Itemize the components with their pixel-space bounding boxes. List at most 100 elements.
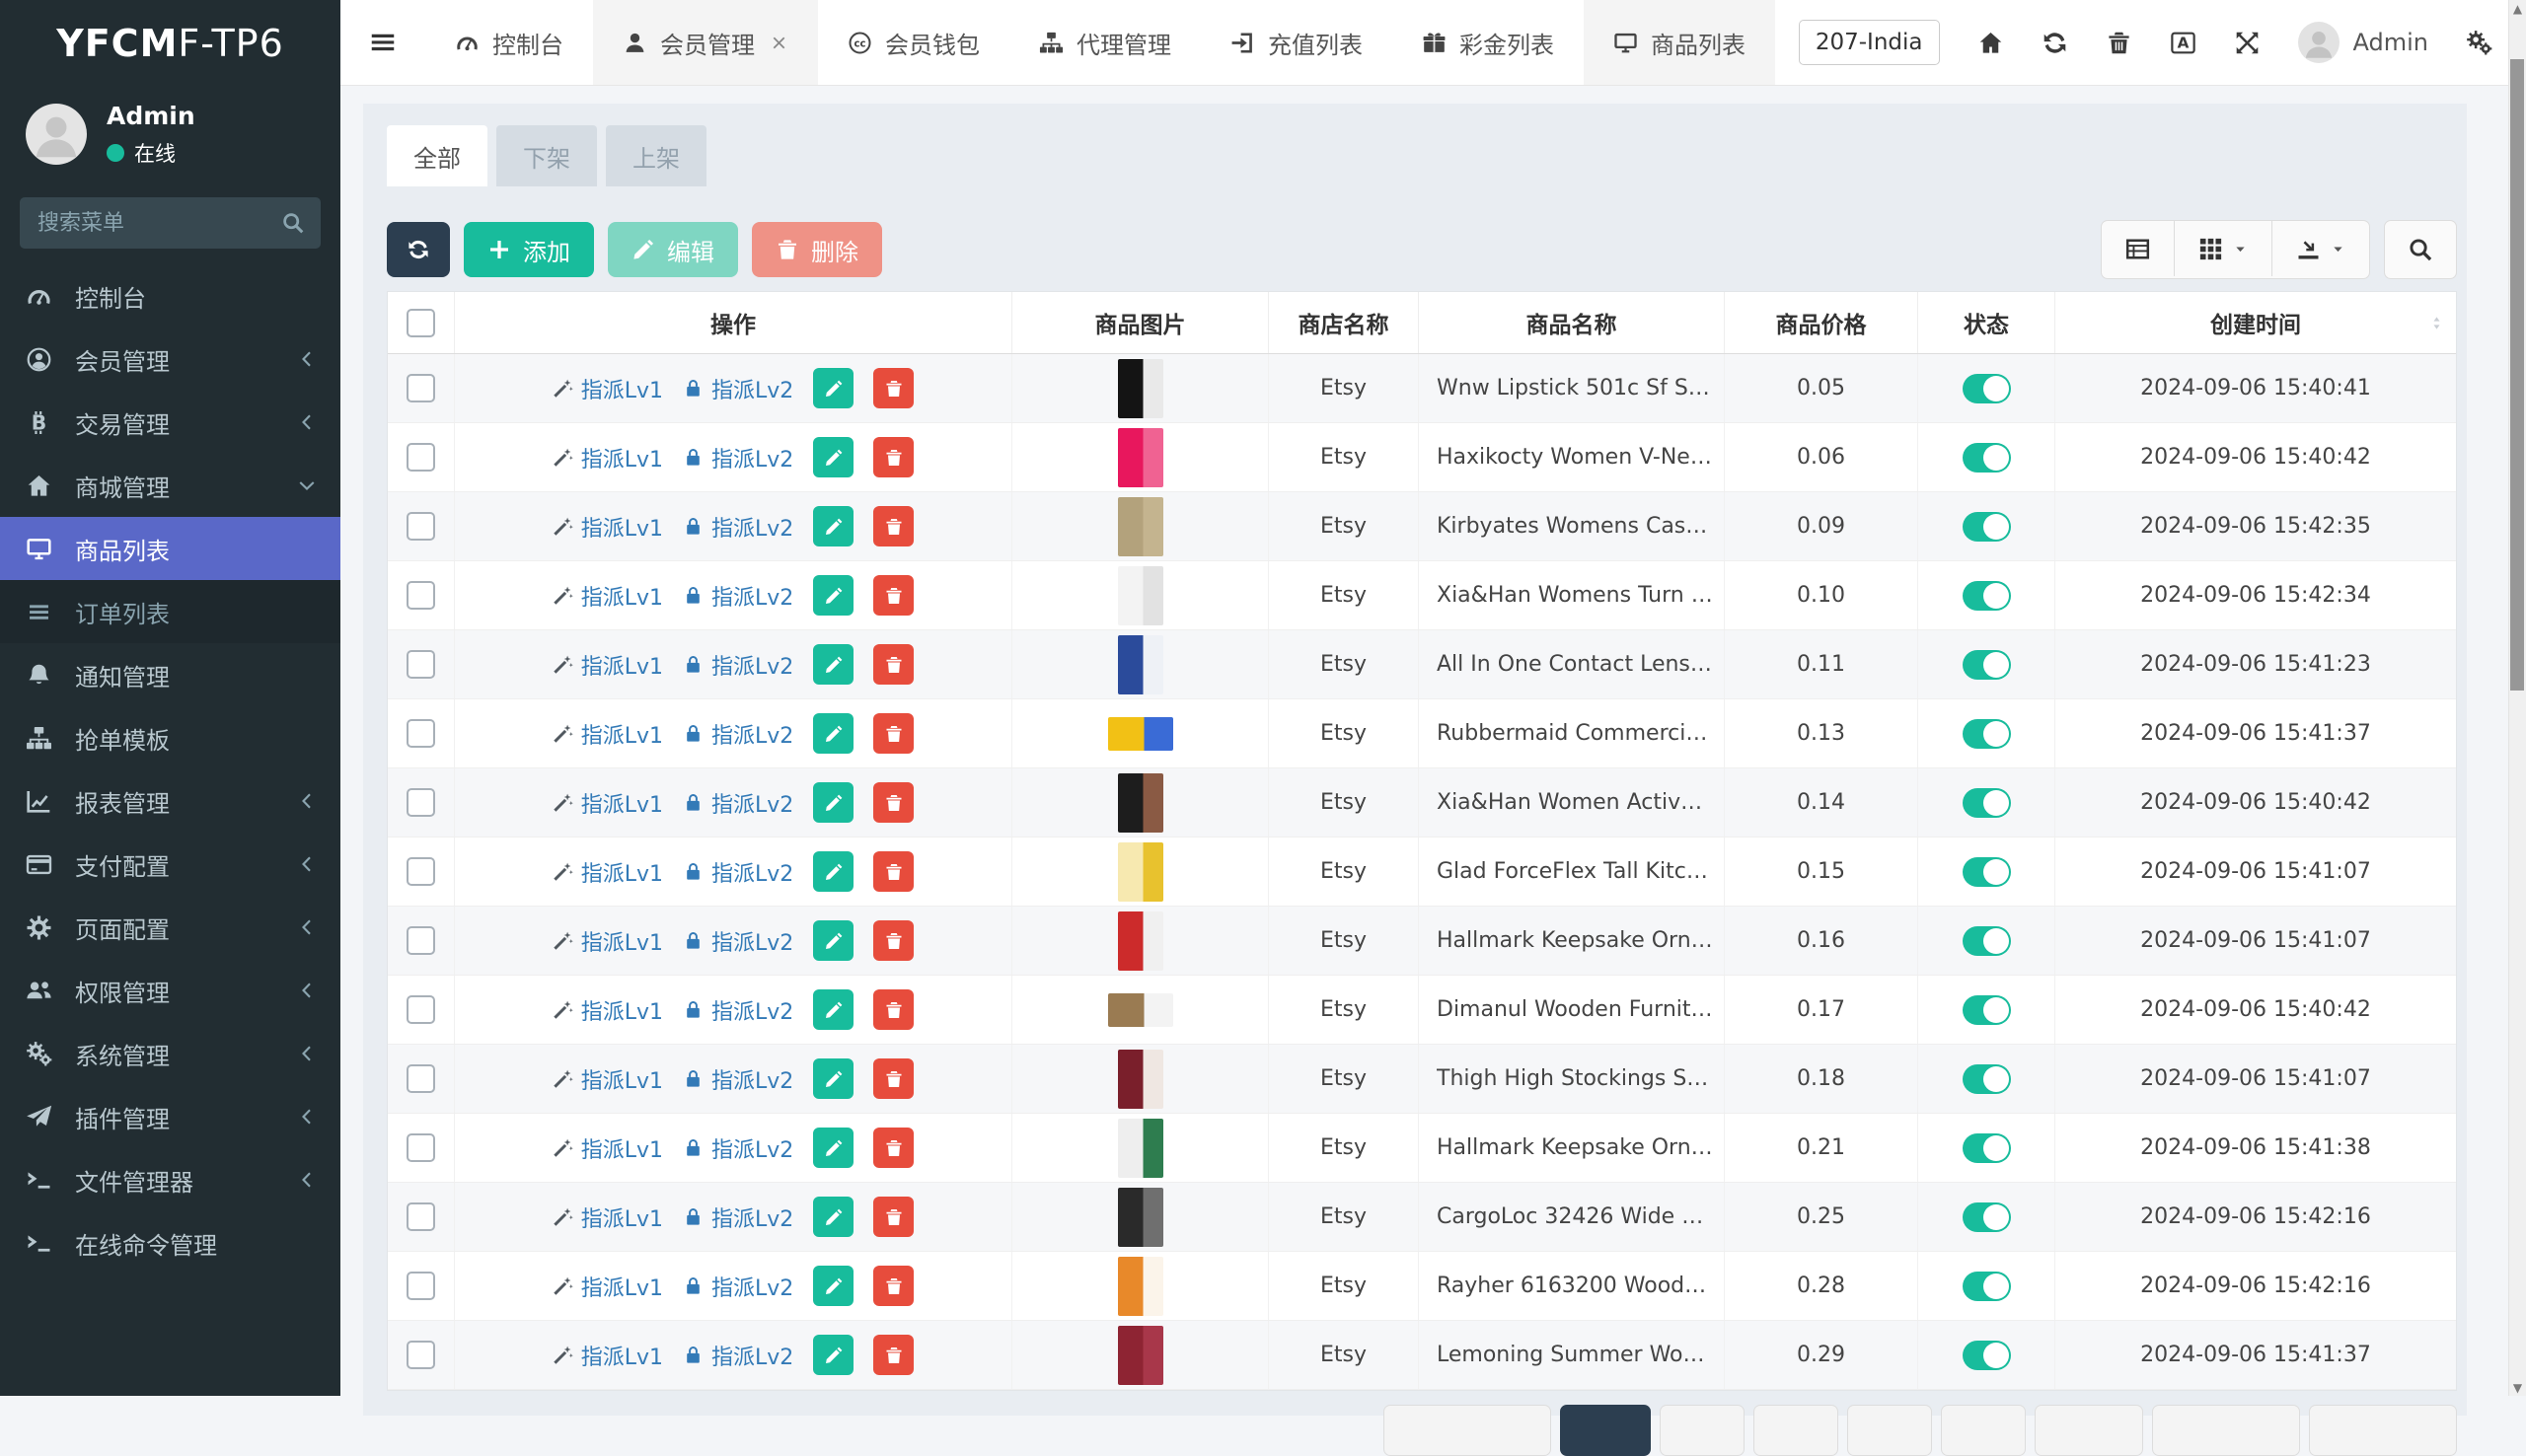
row-checkbox[interactable] (407, 1341, 435, 1369)
product-image[interactable] (1118, 635, 1163, 694)
topbar-tab[interactable]: 充值列表 (1201, 0, 1392, 85)
vertical-scrollbar[interactable]: ▲ ▼ (2508, 0, 2526, 1396)
assign-lv1-link[interactable]: 指派Lv1 (553, 1132, 663, 1164)
edit-row-button[interactable] (813, 851, 854, 892)
product-image[interactable] (1118, 497, 1163, 556)
app-logo[interactable]: YFCMF-TP6 (0, 0, 340, 87)
product-image[interactable] (1118, 1050, 1163, 1109)
sidebar-item[interactable]: 商城管理 (0, 454, 340, 517)
topbar-tab[interactable]: 商品列表 (1584, 0, 1775, 85)
col-header-store[interactable]: 商店名称 (1269, 292, 1419, 353)
sidebar-item[interactable]: 控制台 (0, 264, 340, 328)
edit-row-button[interactable] (813, 437, 854, 477)
pagination-button[interactable] (2309, 1405, 2457, 1456)
topbar-tab[interactable]: 彩金列表 (1392, 0, 1584, 85)
edit-button[interactable]: 编辑 (608, 222, 738, 277)
product-image[interactable] (1118, 359, 1163, 418)
col-header-image[interactable]: 商品图片 (1012, 292, 1269, 353)
edit-row-button[interactable] (813, 506, 854, 546)
refresh-icon[interactable] (2042, 30, 2068, 56)
delete-row-button[interactable] (873, 1128, 914, 1168)
assign-lv2-link[interactable]: 指派Lv2 (683, 1132, 793, 1164)
scroll-down-arrow-icon[interactable]: ▼ (2509, 1379, 2526, 1396)
edit-row-button[interactable] (813, 713, 854, 754)
assign-lv1-link[interactable]: 指派Lv1 (553, 1340, 663, 1371)
filter-tab[interactable]: 全部 (387, 125, 487, 186)
pagination-button[interactable] (1753, 1405, 1838, 1456)
assign-lv2-link[interactable]: 指派Lv2 (683, 1271, 793, 1302)
columns-dropdown-button[interactable] (2174, 221, 2271, 276)
status-toggle[interactable] (1963, 1064, 2011, 1094)
col-header-created[interactable]: 创建时间 (2055, 292, 2456, 353)
status-toggle[interactable] (1963, 512, 2011, 542)
delete-row-button[interactable] (873, 1197, 914, 1237)
sidebar-item[interactable]: 商品列表 (0, 517, 340, 580)
edit-row-button[interactable] (813, 782, 854, 823)
edit-row-button[interactable] (813, 644, 854, 685)
edit-row-button[interactable] (813, 1058, 854, 1099)
status-toggle[interactable] (1963, 788, 2011, 818)
status-toggle[interactable] (1963, 995, 2011, 1025)
assign-lv2-link[interactable]: 指派Lv2 (683, 1340, 793, 1371)
add-button[interactable]: 添加 (464, 222, 594, 277)
export-dropdown-button[interactable] (2271, 221, 2369, 276)
product-image[interactable] (1118, 566, 1163, 625)
product-image[interactable] (1118, 773, 1163, 833)
delete-button[interactable]: 删除 (752, 222, 882, 277)
pagination-button[interactable] (1941, 1405, 2026, 1456)
pagination-button[interactable] (1660, 1405, 1745, 1456)
delete-row-button[interactable] (873, 506, 914, 546)
row-checkbox[interactable] (407, 1272, 435, 1300)
assign-lv1-link[interactable]: 指派Lv1 (553, 787, 663, 819)
filter-tab[interactable]: 下架 (496, 125, 597, 186)
edit-row-button[interactable] (813, 368, 854, 408)
hamburger-menu-icon[interactable] (340, 0, 425, 85)
status-toggle[interactable] (1963, 581, 2011, 611)
assign-lv2-link[interactable]: 指派Lv2 (683, 856, 793, 888)
site-select-button[interactable]: 207-India (1799, 20, 1940, 65)
edit-row-button[interactable] (813, 575, 854, 616)
status-toggle[interactable] (1963, 374, 2011, 403)
home-icon[interactable] (1977, 30, 2004, 56)
assign-lv1-link[interactable]: 指派Lv1 (553, 442, 663, 473)
row-checkbox[interactable] (407, 1133, 435, 1162)
status-toggle[interactable] (1963, 1341, 2011, 1370)
product-image[interactable] (1118, 1257, 1163, 1316)
row-checkbox[interactable] (407, 512, 435, 541)
assign-lv2-link[interactable]: 指派Lv2 (683, 718, 793, 750)
toggle-view-button[interactable] (2102, 221, 2174, 276)
delete-row-button[interactable] (873, 1058, 914, 1099)
sidebar-item[interactable]: 支付配置 (0, 833, 340, 896)
row-checkbox[interactable] (407, 581, 435, 610)
status-toggle[interactable] (1963, 719, 2011, 749)
assign-lv1-link[interactable]: 指派Lv1 (553, 649, 663, 681)
sidebar-item[interactable]: 抢单模板 (0, 706, 340, 769)
pagination-button[interactable] (1847, 1405, 1932, 1456)
search-toggle-button[interactable] (2384, 220, 2457, 279)
assign-lv2-link[interactable]: 指派Lv2 (683, 511, 793, 543)
delete-row-button[interactable] (873, 437, 914, 477)
topbar-tab[interactable]: cc 会员钱包 (818, 0, 1009, 85)
sidebar-item[interactable]: 通知管理 (0, 643, 340, 706)
row-checkbox[interactable] (407, 719, 435, 748)
delete-row-button[interactable] (873, 851, 914, 892)
refresh-table-button[interactable] (387, 222, 450, 277)
edit-row-button[interactable] (813, 989, 854, 1030)
sidebar-item[interactable]: 文件管理器 (0, 1148, 340, 1211)
admin-menu[interactable]: Admin (2298, 22, 2429, 63)
row-checkbox[interactable] (407, 857, 435, 886)
row-checkbox[interactable] (407, 650, 435, 679)
sidebar-item[interactable]: 在线命令管理 (0, 1211, 340, 1274)
product-image[interactable] (1118, 842, 1163, 902)
status-toggle[interactable] (1963, 926, 2011, 956)
assign-lv1-link[interactable]: 指派Lv1 (553, 994, 663, 1026)
assign-lv1-link[interactable]: 指派Lv1 (553, 511, 663, 543)
col-header-price[interactable]: 商品价格 (1725, 292, 1918, 353)
pagination-button[interactable] (2152, 1405, 2300, 1456)
delete-row-button[interactable] (873, 989, 914, 1030)
col-header-status[interactable]: 状态 (1918, 292, 2055, 353)
sort-icon[interactable] (2429, 316, 2444, 330)
row-checkbox[interactable] (407, 788, 435, 817)
row-checkbox[interactable] (407, 374, 435, 402)
col-header-name[interactable]: 商品名称 (1419, 292, 1725, 353)
